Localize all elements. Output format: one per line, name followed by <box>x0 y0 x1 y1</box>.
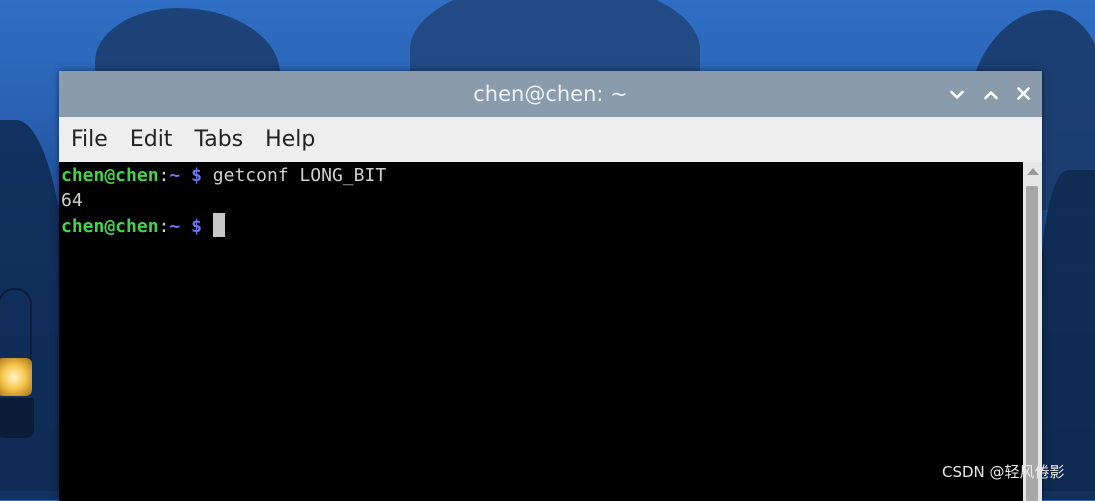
terminal-window: chen@chen: ~ File Edit Tabs Help chen@ch… <box>59 71 1042 501</box>
command-text: getconf LONG_BIT <box>212 165 387 186</box>
watermark-text: CSDN @轻风倦影 <box>942 463 1065 481</box>
minimize-button[interactable] <box>944 80 970 108</box>
menu-file[interactable]: File <box>59 127 119 152</box>
prompt-path: ~ <box>169 216 181 237</box>
terminal-area[interactable]: chen@chen:~ $ getconf LONG_BIT 64 chen@c… <box>59 162 1023 501</box>
chevron-up-icon <box>984 91 998 100</box>
menu-help[interactable]: Help <box>254 127 326 152</box>
window-titlebar[interactable]: chen@chen: ~ <box>59 71 1042 117</box>
scrollbar-thumb[interactable] <box>1026 186 1038 501</box>
close-icon <box>1016 87 1030 100</box>
close-button[interactable] <box>1010 80 1036 108</box>
output-text: 64 <box>61 190 83 211</box>
terminal-line: chen@chen:~ $ <box>59 213 1023 238</box>
menu-tabs[interactable]: Tabs <box>183 127 254 152</box>
prompt-path: ~ <box>169 165 181 186</box>
chevron-down-icon <box>950 90 964 99</box>
text-cursor <box>212 213 225 237</box>
prompt-colon: : <box>158 165 170 186</box>
vertical-scrollbar[interactable] <box>1023 162 1042 501</box>
prompt-user: chen@chen <box>61 216 159 237</box>
lantern-image <box>0 288 40 438</box>
maximize-button[interactable] <box>978 80 1004 108</box>
menu-edit[interactable]: Edit <box>119 127 184 152</box>
background-mountain <box>1040 170 1095 500</box>
prompt-colon: : <box>158 216 170 237</box>
prompt-dollar: $ <box>191 216 202 237</box>
scroll-up-arrow-icon[interactable] <box>1027 168 1039 175</box>
menu-bar: File Edit Tabs Help <box>59 117 1042 162</box>
prompt-dollar: $ <box>191 165 202 186</box>
terminal-line: chen@chen:~ $ getconf LONG_BIT <box>59 163 1023 188</box>
prompt-user: chen@chen <box>61 165 159 186</box>
terminal-output: 64 <box>59 188 1023 213</box>
window-title: chen@chen: ~ <box>473 82 628 106</box>
